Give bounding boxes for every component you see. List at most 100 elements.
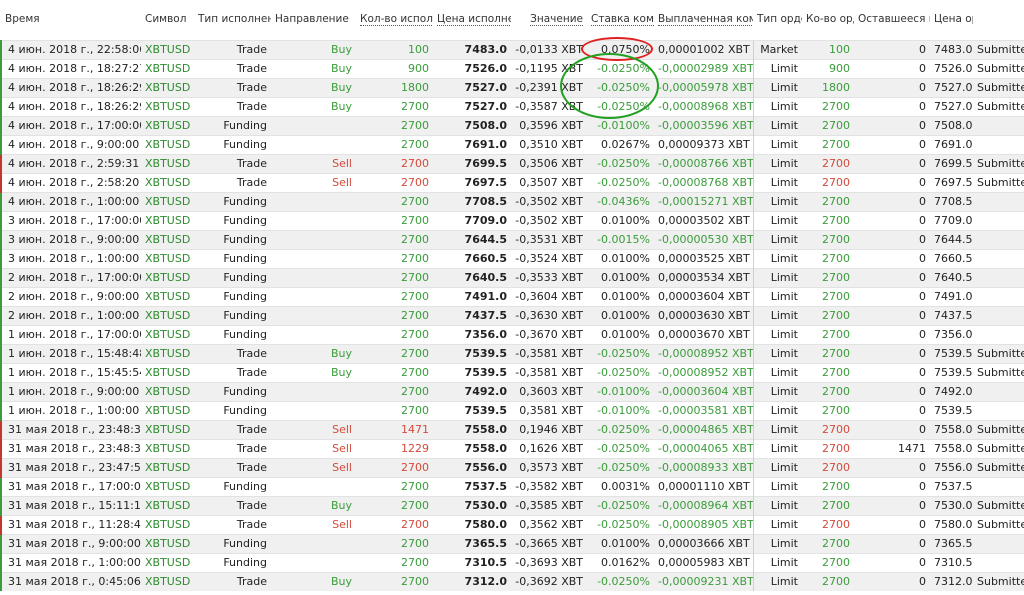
header-fee-paid[interactable]: Выплаченная комиссия (654, 0, 753, 41)
table-row[interactable]: 31 мая 2018 г., 23:48:32 XBTUSD Trade Sell 1… (0, 439, 1024, 459)
row-value: -0,3581 XBT (511, 363, 587, 383)
header-order-type[interactable]: Тип ордера (753, 0, 802, 41)
row-order-qty: 2700 (802, 287, 854, 307)
row-order-price: 7708.5 (930, 192, 973, 212)
row-exec-price: 7508.0 (433, 116, 511, 136)
row-order-price: 7356.0 (930, 325, 973, 345)
row-order-qty: 2700 (802, 496, 854, 516)
table-row[interactable]: 4 июн. 2018 г., 18:26:29 XBTUSD Trade Buy 27… (0, 97, 1024, 117)
header-exec-price[interactable]: Цена исполнения (433, 0, 511, 41)
row-fee-paid: -0,00015271 XBT (654, 192, 753, 212)
row-status: Submitted (973, 458, 1024, 478)
row-symbol: XBTUSD (141, 287, 194, 307)
row-value: 0,3603 XBT (511, 382, 587, 402)
table-row[interactable]: 2 июн. 2018 г., 1:00:00 XBTUSD Funding 2700… (0, 306, 1024, 326)
table-row[interactable]: 2 июн. 2018 г., 17:00:00 XBTUSD Funding 270… (0, 268, 1024, 288)
row-exec-qty: 2700 (356, 477, 433, 497)
header-order-price[interactable]: Цена ордера (930, 0, 973, 41)
table-row[interactable]: 4 июн. 2018 г., 18:26:29 XBTUSD Trade Buy 18… (0, 78, 1024, 98)
table-row[interactable]: 1 июн. 2018 г., 15:45:54 XBTUSD Trade Buy 27… (0, 363, 1024, 383)
row-status: Submitted (973, 496, 1024, 516)
header-remaining[interactable]: Оставшееся кол-во (854, 0, 930, 41)
table-row[interactable]: 31 мая 2018 г., 23:47:51 XBTUSD Trade Sell 2… (0, 458, 1024, 478)
row-symbol: XBTUSD (141, 572, 194, 591)
table-row[interactable]: 1 июн. 2018 г., 17:00:00 XBTUSD Funding 270… (0, 325, 1024, 345)
header-exec-type[interactable]: Тип исполнения (194, 0, 271, 41)
row-order-type: Limit (752, 287, 802, 307)
table-row[interactable]: 2 июн. 2018 г., 9:00:00 XBTUSD Funding 2700… (0, 287, 1024, 307)
table-row[interactable]: 4 июн. 2018 г., 18:27:27 XBTUSD Trade Buy 90… (0, 59, 1024, 79)
row-order-price: 7539.5 (930, 344, 973, 364)
header-value[interactable]: Значение (511, 0, 587, 41)
table-row[interactable]: 3 июн. 2018 г., 1:00:00 XBTUSD Funding 2700… (0, 249, 1024, 269)
row-status (973, 325, 1024, 345)
row-order-price: 7310.5 (930, 553, 973, 573)
header-order-qty[interactable]: Ко-во ордеров (802, 0, 854, 41)
row-exec-qty: 2700 (356, 534, 433, 554)
row-direction (271, 230, 356, 250)
table-row[interactable]: 4 июн. 2018 г., 1:00:00 XBTUSD Funding 2700… (0, 192, 1024, 212)
row-remaining: 0 (854, 211, 930, 231)
table-row[interactable]: 31 мая 2018 г., 0:45:06 XBTUSD Trade Buy 270… (0, 572, 1024, 591)
row-fee-paid: -0,00008766 XBT (654, 154, 753, 174)
row-remaining: 0 (854, 401, 930, 421)
row-fee-rate: -0.0100% (587, 382, 654, 402)
header-time-label: Время (5, 13, 40, 25)
table-row[interactable]: 1 июн. 2018 г., 9:00:00 XBTUSD Funding 2700… (0, 382, 1024, 402)
row-exec-qty: 2700 (356, 325, 433, 345)
row-order-price: 7527.0 (930, 78, 973, 98)
row-fee-paid: 0,00005983 XBT (654, 553, 753, 573)
row-fee-rate: 0.0100% (587, 268, 654, 288)
table-row[interactable]: 4 июн. 2018 г., 2:58:20 XBTUSD Trade Sell 27… (0, 173, 1024, 193)
table-row[interactable]: 31 мая 2018 г., 17:00:00 XBTUSD Funding 270… (0, 477, 1024, 497)
row-value: -0,3587 XBT (511, 97, 587, 117)
table-row[interactable]: 31 мая 2018 г., 15:11:13 XBTUSD Trade Buy 27… (0, 496, 1024, 516)
row-direction: Sell (271, 439, 356, 459)
row-exec-type: Trade (194, 344, 271, 364)
row-symbol: XBTUSD (141, 458, 194, 478)
header-exec-qty[interactable]: Кол-во исполнения (356, 0, 433, 41)
row-symbol: XBTUSD (141, 344, 194, 364)
table-row[interactable]: 31 мая 2018 г., 23:48:32 XBTUSD Trade Sell 1… (0, 420, 1024, 440)
header-fee-rate[interactable]: Ставка комиссии (587, 0, 654, 41)
table-row[interactable]: 3 июн. 2018 г., 9:00:00 XBTUSD Funding 2700… (0, 230, 1024, 250)
table-row[interactable]: 31 мая 2018 г., 9:00:00 XBTUSD Funding 2700… (0, 534, 1024, 554)
table-row[interactable]: 1 июн. 2018 г., 15:48:48 XBTUSD Trade Buy 27… (0, 344, 1024, 364)
row-symbol: XBTUSD (141, 78, 194, 98)
row-direction: Buy (271, 59, 356, 79)
trade-history-table: Время Символ Тип исполнения Направление … (0, 0, 1024, 591)
row-fee-rate: -0.0250% (587, 572, 654, 591)
row-exec-qty: 2700 (356, 173, 433, 193)
row-exec-price: 7526.0 (433, 59, 511, 79)
row-order-price: 7644.5 (930, 230, 973, 250)
row-order-qty: 2700 (802, 344, 854, 364)
table-row[interactable]: 4 июн. 2018 г., 2:59:31 XBTUSD Trade Sell 27… (0, 154, 1024, 174)
header-time[interactable]: Время (1, 0, 141, 41)
table-row[interactable]: 1 июн. 2018 г., 1:00:00 XBTUSD Funding 2700… (0, 401, 1024, 421)
row-order-qty: 2700 (802, 515, 854, 535)
row-exec-type: Trade (194, 154, 271, 174)
table-row[interactable]: 4 июн. 2018 г., 17:00:00 XBTUSD Funding 270… (0, 116, 1024, 136)
row-exec-type: Trade (194, 97, 271, 117)
row-status: Submitted (973, 173, 1024, 193)
row-order-type: Limit (752, 458, 802, 478)
row-order-type: Limit (752, 249, 802, 269)
row-fee-paid: 0,00009373 XBT (654, 135, 753, 155)
table-row[interactable]: 4 июн. 2018 г., 22:58:06 XBTUSD Trade Buy 10… (0, 40, 1024, 60)
table-row[interactable]: 31 мая 2018 г., 1:00:00 XBTUSD Funding 2700… (0, 553, 1024, 573)
row-order-type: Limit (752, 420, 802, 440)
row-order-price: 7437.5 (930, 306, 973, 326)
row-order-type: Limit (752, 116, 802, 136)
row-exec-price: 7640.5 (433, 268, 511, 288)
table-row[interactable]: 3 июн. 2018 г., 17:00:00 XBTUSD Funding 270… (0, 211, 1024, 231)
row-fee-rate: 0.0100% (587, 306, 654, 326)
row-fee-rate: -0.0250% (587, 439, 654, 459)
table-row[interactable]: 31 мая 2018 г., 11:28:47 XBTUSD Trade Sell 2… (0, 515, 1024, 535)
row-fee-paid: -0,00008952 XBT (654, 363, 753, 383)
header-symbol[interactable]: Символ (141, 0, 194, 41)
table-row[interactable]: 4 июн. 2018 г., 9:00:00 XBTUSD Funding 2700… (0, 135, 1024, 155)
row-status: Submitted (973, 40, 1024, 60)
header-direction[interactable]: Направление (271, 0, 356, 41)
row-order-price: 7558.0 (930, 420, 973, 440)
row-time: 2 июн. 2018 г., 17:00:00 (0, 268, 141, 288)
